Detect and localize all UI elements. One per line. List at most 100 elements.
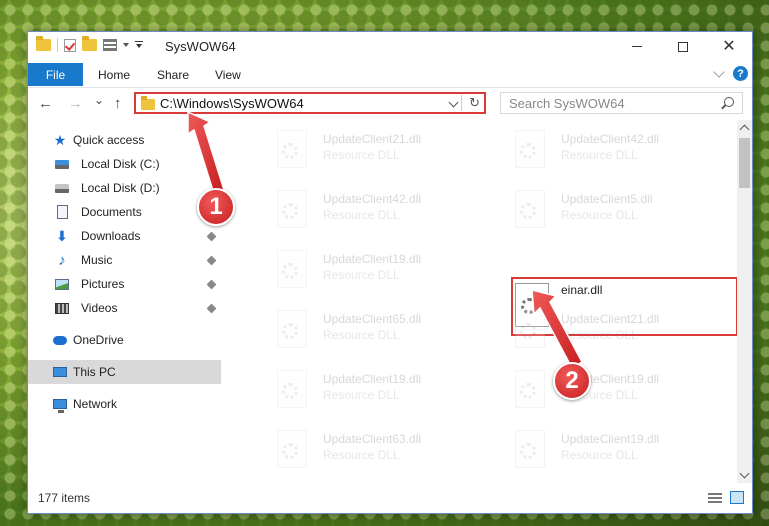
downloads-icon: ⬇ bbox=[56, 227, 68, 244]
search-icon[interactable] bbox=[724, 97, 734, 107]
sidebar-item-videos[interactable]: Videos bbox=[28, 296, 221, 320]
dll-file-icon bbox=[515, 130, 545, 168]
file-name: UpdateClient42.dll bbox=[561, 132, 660, 146]
sidebar-item-label: Music bbox=[81, 253, 113, 267]
ribbon-right-controls: ? bbox=[713, 65, 748, 81]
file-explorer-window: SysWOW64 ✕ File Home Share View ? ← → ⌄ … bbox=[27, 31, 753, 514]
sidebar-item-label: Network bbox=[73, 397, 118, 411]
network-icon bbox=[53, 397, 67, 413]
dll-file-icon bbox=[515, 190, 545, 228]
up-button[interactable]: ↑ bbox=[114, 96, 122, 111]
tab-share[interactable]: Share bbox=[157, 68, 189, 82]
sidebar-item-onedrive[interactable]: OneDrive bbox=[28, 328, 221, 352]
file-item[interactable]: UpdateClient21.dll Resource DLL bbox=[489, 302, 725, 356]
file-type: Resource DLL bbox=[323, 388, 400, 402]
sidebar-item-documents[interactable]: Documents bbox=[28, 200, 221, 224]
forward-button[interactable]: → bbox=[68, 96, 83, 111]
back-button[interactable]: ← bbox=[38, 96, 53, 111]
file-name: UpdateClient5.dll bbox=[561, 192, 653, 206]
sidebar-item-pictures[interactable]: Pictures bbox=[28, 272, 221, 296]
item-count: 177 items bbox=[38, 491, 91, 505]
file-item[interactable]: UpdateClient19.dll Resource DLL bbox=[489, 422, 725, 476]
scroll-down-icon[interactable] bbox=[739, 468, 750, 479]
drive-d-icon bbox=[55, 181, 69, 195]
search-box[interactable]: Search SysWOW64 bbox=[500, 92, 743, 114]
sidebar-item-downloads[interactable]: ⬇ Downloads bbox=[28, 224, 221, 248]
file-type: Resource DLL bbox=[561, 148, 638, 162]
large-icons-view-icon[interactable] bbox=[730, 491, 744, 504]
toolbar-divider bbox=[57, 38, 58, 52]
sidebar-item-label: Pictures bbox=[81, 277, 125, 291]
videos-icon bbox=[55, 301, 69, 315]
properties-check-icon[interactable] bbox=[64, 38, 76, 52]
vertical-scrollbar[interactable] bbox=[737, 120, 752, 485]
pin-icon[interactable] bbox=[206, 231, 217, 241]
refresh-icon[interactable]: ↻ bbox=[469, 95, 480, 111]
file-item[interactable]: UpdateClient42.dll Resource DLL bbox=[489, 122, 725, 176]
file-name: UpdateClient63.dll bbox=[323, 432, 422, 446]
file-item[interactable]: UpdateClient5.dll Resource DLL bbox=[489, 182, 725, 236]
pin-icon[interactable] bbox=[206, 303, 217, 313]
tab-file[interactable]: File bbox=[28, 63, 83, 86]
file-item[interactable]: UpdateClient19.dll Resource DLL bbox=[251, 362, 487, 416]
caret-down-icon[interactable] bbox=[123, 43, 129, 47]
file-type: Resource DLL bbox=[323, 328, 400, 342]
cloud-icon bbox=[53, 333, 67, 347]
address-history-chevron-icon[interactable] bbox=[448, 97, 459, 108]
sidebar-item-local-disk-c[interactable]: Local Disk (C:) bbox=[28, 152, 221, 176]
window-title: SysWOW64 bbox=[165, 39, 236, 54]
file-name: UpdateClient19.dll bbox=[323, 372, 422, 386]
dll-file-icon bbox=[277, 190, 307, 228]
pin-icon[interactable] bbox=[206, 159, 217, 169]
sidebar-item-label: Local Disk (D:) bbox=[81, 181, 160, 195]
folder-icon bbox=[36, 36, 51, 51]
tab-home[interactable]: Home bbox=[98, 68, 130, 82]
file-type: Resource DLL bbox=[323, 208, 400, 222]
documents-icon bbox=[55, 205, 69, 219]
sidebar-item-label: This PC bbox=[73, 365, 116, 379]
sidebar-item-local-disk-d[interactable]: Local Disk (D:) bbox=[28, 176, 221, 200]
minimize-button[interactable] bbox=[614, 32, 660, 61]
sidebar-item-quick-access[interactable]: ★ Quick access bbox=[28, 128, 221, 152]
details-view-icon[interactable] bbox=[708, 493, 722, 503]
window-controls: ✕ bbox=[614, 32, 752, 61]
status-bar: 177 items bbox=[28, 483, 752, 513]
new-folder-icon[interactable] bbox=[82, 36, 97, 51]
expand-ribbon-icon[interactable] bbox=[713, 65, 725, 78]
file-name: UpdateClient21.dll bbox=[561, 312, 660, 326]
sidebar-item-music[interactable]: ♪ Music bbox=[28, 248, 221, 272]
dll-file-icon bbox=[277, 370, 307, 408]
file-item[interactable]: UpdateClient65.dll Resource DLL bbox=[251, 302, 487, 356]
customize-toolbar-icon[interactable] bbox=[135, 41, 143, 49]
file-type: Resource DLL bbox=[561, 328, 638, 342]
file-item[interactable]: UpdateClient21.dll Resource DLL bbox=[251, 122, 487, 176]
recent-locations-button[interactable]: ⌄ bbox=[94, 94, 104, 106]
file-item[interactable]: UpdateClient19.dll Resource DLL bbox=[489, 362, 725, 416]
step-1-callout: 1 bbox=[197, 188, 235, 226]
file-item[interactable]: UpdateClient19.dll Resource DLL bbox=[251, 242, 487, 296]
sidebar-item-network[interactable]: Network bbox=[28, 392, 221, 416]
scroll-up-icon[interactable] bbox=[739, 124, 750, 135]
tab-view[interactable]: View bbox=[215, 68, 241, 82]
close-button[interactable]: ✕ bbox=[706, 32, 752, 61]
scrollbar-thumb[interactable] bbox=[739, 138, 750, 188]
star-icon: ★ bbox=[53, 131, 67, 148]
maximize-button[interactable] bbox=[660, 32, 706, 61]
address-bar[interactable]: C:\Windows\SysWOW64 ↻ bbox=[134, 92, 486, 114]
sidebar-item-label: Quick access bbox=[73, 133, 145, 147]
file-name: einar.dll bbox=[561, 283, 603, 297]
dll-file-icon bbox=[515, 370, 545, 408]
dll-file-icon bbox=[277, 430, 307, 468]
properties-list-icon[interactable] bbox=[103, 39, 117, 51]
sidebar-item-this-pc[interactable]: This PC bbox=[28, 360, 221, 384]
pin-icon[interactable] bbox=[206, 279, 217, 289]
file-item[interactable]: UpdateClient42.dll Resource DLL bbox=[251, 182, 487, 236]
file-list: UpdateClient21.dll Resource DLL UpdateCl… bbox=[221, 120, 739, 485]
help-icon[interactable]: ? bbox=[733, 66, 748, 81]
address-path[interactable]: C:\Windows\SysWOW64 bbox=[160, 96, 304, 111]
file-item[interactable]: UpdateClient63.dll Resource DLL bbox=[251, 422, 487, 476]
pin-icon[interactable] bbox=[206, 255, 217, 265]
close-icon: ✕ bbox=[722, 37, 736, 55]
sidebar-item-label: OneDrive bbox=[73, 333, 124, 347]
file-name: UpdateClient19.dll bbox=[561, 432, 660, 446]
